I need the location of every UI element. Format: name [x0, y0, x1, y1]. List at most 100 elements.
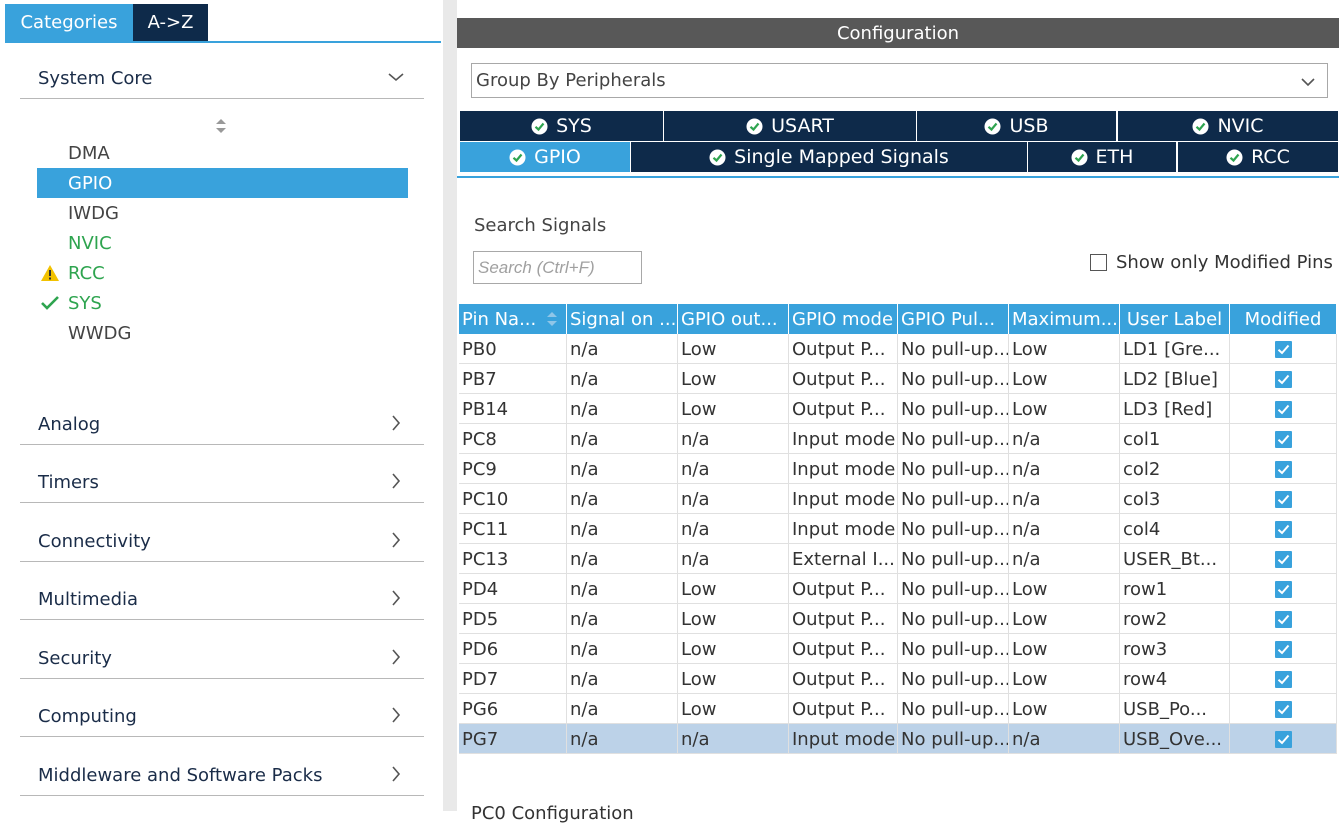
tab-a-to-z[interactable]: A->Z [133, 4, 208, 41]
pin-configuration-heading: PC0 Configuration [471, 803, 634, 824]
table-row[interactable]: PB7 n/a Low Output P... No pull-up... Low LD2 … [459, 364, 1337, 394]
column-header-label: Signal on ... [570, 308, 677, 330]
table-cell: Output P... [789, 394, 898, 424]
sidebar-item-dma[interactable]: DMA [37, 138, 408, 168]
table-row[interactable]: PB14 n/a Low Output P... No pull-up... Low LD3… [459, 394, 1337, 424]
table-cell: No pull-up... [898, 694, 1009, 724]
category-label: Connectivity [38, 531, 151, 552]
sidebar-item-wwdg[interactable]: WWDG [37, 318, 408, 348]
modified-cell [1230, 694, 1337, 724]
table-row[interactable]: PD4 n/a Low Output P... No pull-up... Low row1 [459, 574, 1337, 604]
category-multimedia[interactable]: Multimedia [20, 580, 424, 620]
modified-cell [1230, 454, 1337, 484]
table-cell: n/a [567, 424, 678, 454]
sidebar-item-nvic[interactable]: NVIC [37, 228, 408, 258]
table-cell: col2 [1120, 454, 1230, 484]
table-cell: Low [1009, 694, 1120, 724]
category-timers[interactable]: Timers [20, 463, 424, 503]
check-circle-icon [1192, 118, 1209, 134]
table-cell: Low [1009, 394, 1120, 424]
table-row[interactable]: PB0 n/a Low Output P... No pull-up... Low LD1 … [459, 334, 1337, 364]
table-row[interactable]: PC13 n/a n/a External I... No pull-up... n/a U… [459, 544, 1337, 574]
sidebar-item-rcc[interactable]: RCC [37, 258, 408, 288]
sidebar-item-iwdg[interactable]: IWDG [37, 198, 408, 228]
show-modified-checkbox[interactable] [1090, 254, 1107, 271]
table-row[interactable]: PD7 n/a Low Output P... No pull-up... Low row4 [459, 664, 1337, 694]
column-header[interactable]: GPIO out... [678, 304, 789, 334]
modified-checkbox[interactable] [1274, 580, 1292, 598]
column-header[interactable]: GPIO Pul... [898, 304, 1009, 334]
modified-checkbox[interactable] [1274, 520, 1292, 538]
column-header[interactable]: User Label [1120, 304, 1230, 334]
table-cell: USB_Ove... [1120, 724, 1230, 754]
category-label: Computing [38, 706, 137, 727]
table-cell: PG6 [459, 694, 567, 724]
tab-eth[interactable]: ETH [1028, 142, 1177, 172]
tab-usart[interactable]: USART [664, 111, 917, 141]
modified-checkbox[interactable] [1274, 700, 1292, 718]
search-input[interactable] [473, 251, 642, 284]
column-header[interactable]: Modified [1230, 304, 1337, 334]
column-header[interactable]: GPIO mode [789, 304, 898, 334]
category-label: Security [38, 648, 112, 669]
table-row[interactable]: PC8 n/a n/a Input mode No pull-up... n/a col1 [459, 424, 1337, 454]
modified-checkbox[interactable] [1274, 460, 1292, 478]
modified-checkbox[interactable] [1274, 490, 1292, 508]
group-by-select[interactable]: Group By Peripherals [471, 63, 1328, 98]
table-row[interactable]: PC11 n/a n/a Input mode No pull-up... n/a col4 [459, 514, 1337, 544]
modified-checkbox[interactable] [1274, 670, 1292, 688]
chevron-right-icon [392, 707, 401, 723]
category-security[interactable]: Security [20, 639, 424, 679]
category-connectivity[interactable]: Connectivity [20, 522, 424, 562]
table-cell: Low [678, 604, 789, 634]
modified-cell [1230, 514, 1337, 544]
tab-usb[interactable]: USB [917, 111, 1117, 141]
category-middleware-and-software-packs[interactable]: Middleware and Software Packs [20, 756, 424, 796]
table-cell: row3 [1120, 634, 1230, 664]
category-computing[interactable]: Computing [20, 697, 424, 737]
table-row[interactable]: PC9 n/a n/a Input mode No pull-up... n/a col2 [459, 454, 1337, 484]
table-cell: Low [678, 364, 789, 394]
sort-icon[interactable] [214, 118, 228, 134]
column-header[interactable]: Signal on ... [567, 304, 678, 334]
table-row[interactable]: PC10 n/a n/a Input mode No pull-up... n/a col3 [459, 484, 1337, 514]
table-row[interactable]: PD6 n/a Low Output P... No pull-up... Low row3 [459, 634, 1337, 664]
tab-nvic[interactable]: NVIC [1118, 111, 1339, 141]
table-cell: No pull-up... [898, 454, 1009, 484]
table-cell: PB14 [459, 394, 567, 424]
panel-splitter[interactable] [443, 0, 457, 811]
table-cell: Low [678, 634, 789, 664]
tab-sys[interactable]: SYS [460, 111, 664, 141]
table-row[interactable]: PD5 n/a Low Output P... No pull-up... Low row2 [459, 604, 1337, 634]
modified-checkbox[interactable] [1274, 640, 1292, 658]
modified-checkbox[interactable] [1274, 610, 1292, 628]
tab-label: SYS [556, 115, 592, 137]
tab-categories[interactable]: Categories [5, 4, 133, 41]
modified-checkbox[interactable] [1274, 550, 1292, 568]
modified-checkbox[interactable] [1274, 730, 1292, 748]
column-header-label: User Label [1126, 308, 1223, 330]
table-cell: n/a [567, 604, 678, 634]
column-header[interactable]: Maximum... [1009, 304, 1120, 334]
table-cell: Output P... [789, 604, 898, 634]
sidebar-tabbar: Categories A->Z [5, 4, 208, 41]
modified-checkbox[interactable] [1274, 400, 1292, 418]
tab-rcc[interactable]: RCC [1178, 142, 1339, 172]
table-cell: n/a [1009, 424, 1120, 454]
modified-checkbox[interactable] [1274, 370, 1292, 388]
column-header[interactable]: Pin Na... [459, 304, 567, 334]
sidebar-item-sys[interactable]: SYS [37, 288, 408, 318]
table-cell: No pull-up... [898, 604, 1009, 634]
tab-gpio[interactable]: GPIO [460, 142, 631, 172]
table-cell: Low [1009, 574, 1120, 604]
sidebar-item-gpio[interactable]: GPIO [37, 168, 408, 198]
tab-single-mapped-signals[interactable]: Single Mapped Signals [631, 142, 1028, 172]
table-row[interactable]: PG6 n/a Low Output P... No pull-up... Low USB_… [459, 694, 1337, 724]
category-analog[interactable]: Analog [20, 405, 424, 445]
category-system-core[interactable]: System Core [20, 59, 424, 99]
column-header-label: Maximum... [1012, 308, 1118, 330]
modified-cell [1230, 364, 1337, 394]
modified-checkbox[interactable] [1274, 340, 1292, 358]
table-row[interactable]: PG7 n/a n/a Input mode No pull-up... n/a USB_O… [459, 724, 1337, 754]
modified-checkbox[interactable] [1274, 430, 1292, 448]
